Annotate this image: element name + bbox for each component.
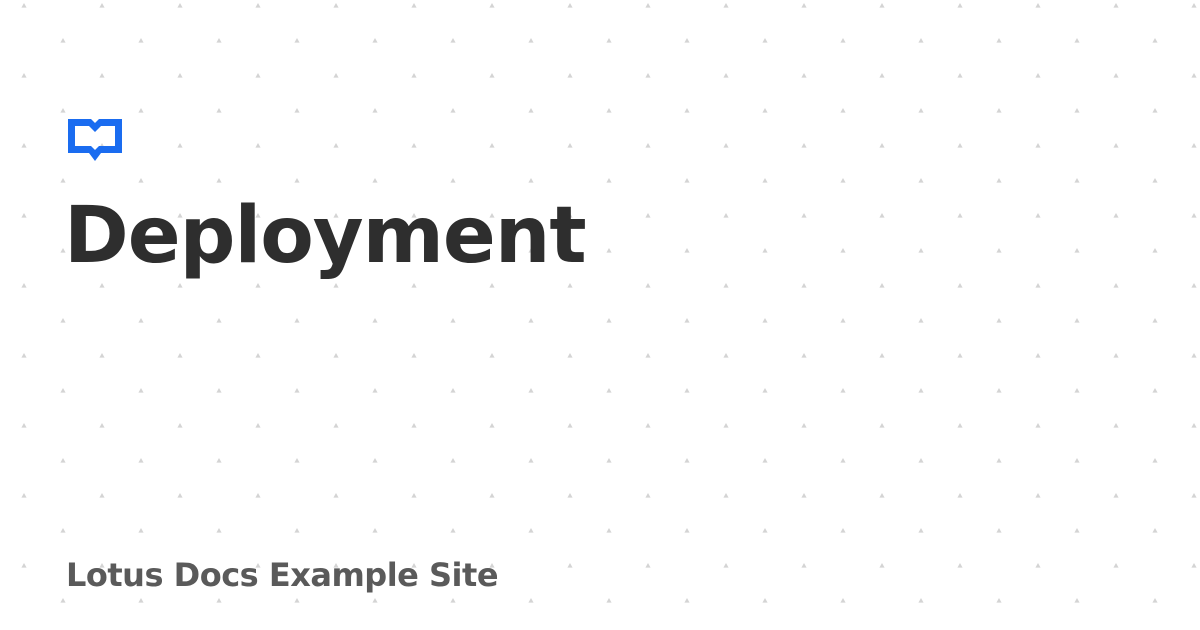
site-name: Lotus Docs Example Site <box>66 556 499 594</box>
open-book-icon <box>68 119 122 161</box>
dot-pattern-background <box>0 0 1200 630</box>
page-title: Deployment <box>64 191 587 281</box>
